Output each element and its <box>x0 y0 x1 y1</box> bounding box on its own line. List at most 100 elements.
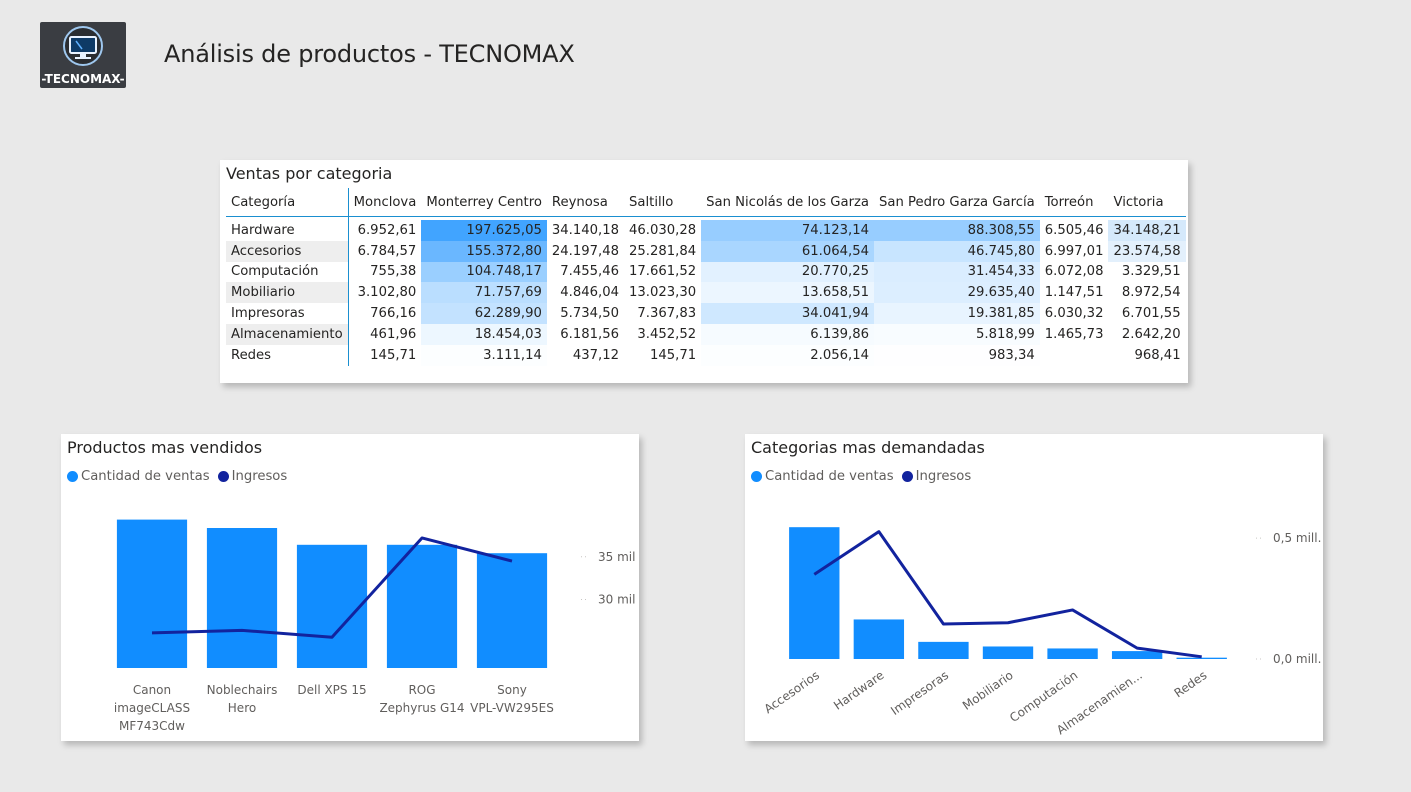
table-row[interactable]: Almacenamiento 461,96 18.454,03 6.181,56 3.4… <box>226 323 1186 345</box>
table-cell[interactable]: 23.574,58 <box>1108 240 1186 262</box>
table-cell[interactable]: 31.454,33 <box>874 261 1040 283</box>
row-header-category[interactable]: Impresoras <box>226 303 349 324</box>
matrix-title: Ventas por categoria <box>226 164 393 183</box>
table-cell[interactable]: 61.064,54 <box>701 240 875 262</box>
row-header-category[interactable]: Almacenamiento <box>226 323 349 345</box>
table-row[interactable]: Mobiliario 3.102,80 71.757,69 4.846,04 13.02… <box>226 282 1186 304</box>
top-products-chart[interactable]: Productos mas vendidos Cantidad de venta… <box>61 434 639 741</box>
column-header[interactable]: San Nicolás de los Garza <box>701 188 875 217</box>
table-cell[interactable]: 983,34 <box>874 344 1040 366</box>
table-cell[interactable]: 7.455,46 <box>547 262 624 283</box>
logo-text: -TECNOMAX- <box>41 72 125 86</box>
table-cell[interactable]: 34.140,18 <box>547 220 624 241</box>
table-cell[interactable]: 2.056,14 <box>701 344 875 366</box>
bar <box>476 553 548 668</box>
table-cell[interactable]: 145,71 <box>624 345 701 366</box>
table-cell[interactable]: 6.997,01 <box>1040 241 1109 262</box>
axis-tick-label: 0,0 mill. <box>1273 652 1321 666</box>
bar <box>1047 648 1098 659</box>
table-cell[interactable]: 6.030,32 <box>1040 303 1109 324</box>
table-cell[interactable]: 766,16 <box>348 303 421 324</box>
bar <box>206 528 278 668</box>
bar <box>853 619 905 659</box>
table-cell[interactable]: 19.381,85 <box>874 303 1040 324</box>
row-header-category[interactable]: Redes <box>226 344 349 366</box>
table-cell[interactable]: 25.281,84 <box>624 241 701 262</box>
table-cell[interactable]: 6.505,46 <box>1040 220 1109 241</box>
table-cell[interactable]: 46.745,80 <box>874 240 1040 262</box>
table-cell[interactable]: 6.139,86 <box>701 323 875 345</box>
table-row[interactable]: Hardware 6.952,61 197.625,05 34.140,18 46.03… <box>226 220 1186 241</box>
table-cell[interactable]: 24.197,48 <box>547 241 624 262</box>
table-cell[interactable]: 6.701,55 <box>1108 303 1185 324</box>
matrix-header-row: Categoría Monclova Monterrey Centro Reyn… <box>226 188 1186 217</box>
table-cell[interactable]: 34.041,94 <box>701 303 875 324</box>
category-label: ROG <box>408 683 435 697</box>
table-row[interactable]: Accesorios 6.784,57 155.372,80 24.197,48 25.… <box>226 240 1186 262</box>
table-cell[interactable]: 62.289,90 <box>421 303 547 324</box>
table-cell[interactable]: 6.784,57 <box>348 241 421 262</box>
table-row[interactable]: Impresoras 766,16 62.289,90 5.734,50 7.367,8… <box>226 303 1186 324</box>
category-label: Mobiliario <box>960 668 1016 713</box>
table-cell[interactable]: 29.635,40 <box>874 282 1040 304</box>
table-cell[interactable]: 461,96 <box>348 324 421 345</box>
column-header-category[interactable]: Categoría <box>226 188 349 217</box>
table-cell[interactable]: 13.658,51 <box>701 282 875 304</box>
column-header[interactable]: San Pedro Garza García <box>874 188 1040 217</box>
column-header[interactable]: Victoria <box>1108 188 1186 217</box>
column-header[interactable]: Saltillo <box>624 188 702 217</box>
table-cell[interactable]: 20.770,25 <box>701 261 875 283</box>
table-row[interactable]: Redes 145,71 3.111,14 437,12 145,71 2.056,14 9… <box>226 344 1186 366</box>
table-cell[interactable]: 34.148,21 <box>1108 220 1186 241</box>
sales-by-category-matrix[interactable]: Ventas por categoria Categoría Monclova … <box>220 160 1188 383</box>
table-cell[interactable]: 5.818,99 <box>874 323 1040 345</box>
table-cell[interactable]: 5.734,50 <box>547 303 624 324</box>
category-label: Dell XPS 15 <box>297 683 366 697</box>
matrix-table: Categoría Monclova Monterrey Centro Reyn… <box>226 188 1186 366</box>
bar <box>116 519 188 668</box>
table-cell[interactable]: 755,38 <box>348 262 421 283</box>
column-header[interactable]: Monclova <box>348 188 422 217</box>
table-cell[interactable]: 7.367,83 <box>624 303 701 324</box>
table-cell[interactable]: 197.625,05 <box>421 220 547 241</box>
column-header[interactable]: Reynosa <box>546 188 625 217</box>
table-cell[interactable]: 1.147,51 <box>1040 282 1109 303</box>
table-cell[interactable]: 71.757,69 <box>421 282 547 304</box>
table-cell[interactable]: 1.465,73 <box>1040 324 1109 345</box>
category-label: Hero <box>228 701 256 715</box>
table-cell[interactable]: 88.308,55 <box>874 220 1040 241</box>
table-cell[interactable]: 4.846,04 <box>547 282 624 303</box>
table-cell[interactable]: 3.102,80 <box>348 282 421 303</box>
table-cell[interactable]: 6.072,08 <box>1040 262 1109 283</box>
table-row[interactable]: Computación 755,38 104.748,17 7.455,46 17.66… <box>226 261 1186 283</box>
table-cell[interactable]: 104.748,17 <box>421 261 547 283</box>
table-cell[interactable]: 8.972,54 <box>1108 282 1185 303</box>
table-cell[interactable]: 3.329,51 <box>1108 262 1185 283</box>
bar <box>1176 657 1227 659</box>
table-cell[interactable]: 18.454,03 <box>421 323 547 345</box>
table-cell[interactable]: 3.111,14 <box>421 344 547 366</box>
column-header[interactable]: Monterrey Centro <box>421 188 547 217</box>
table-cell[interactable]: 6.952,61 <box>348 220 421 241</box>
table-cell[interactable]: 74.123,14 <box>701 220 875 241</box>
top-categories-chart[interactable]: Categorias mas demandadas Cantidad de ve… <box>745 434 1323 741</box>
row-header-category[interactable]: Accesorios <box>226 240 349 262</box>
table-cell[interactable]: 155.372,80 <box>421 240 547 262</box>
table-cell[interactable]: 17.661,52 <box>624 262 701 283</box>
row-header-category[interactable]: Mobiliario <box>226 282 349 304</box>
table-cell[interactable]: 437,12 <box>547 345 624 366</box>
table-cell[interactable]: 6.181,56 <box>547 324 624 345</box>
table-cell[interactable]: 2.642,20 <box>1108 324 1185 345</box>
table-cell[interactable]: 145,71 <box>348 345 421 366</box>
row-header-category[interactable]: Hardware <box>226 220 349 241</box>
category-label: Accesorios <box>762 668 822 716</box>
table-cell[interactable]: 968,41 <box>1108 345 1185 366</box>
column-header[interactable]: Torreón <box>1039 188 1109 217</box>
table-cell[interactable] <box>1040 345 1109 366</box>
table-cell[interactable]: 3.452,52 <box>624 324 701 345</box>
category-label: Zephyrus G14 <box>379 701 464 715</box>
bar <box>1111 651 1163 659</box>
row-header-category[interactable]: Computación <box>226 261 349 283</box>
table-cell[interactable]: 13.023,30 <box>624 282 701 303</box>
table-cell[interactable]: 46.030,28 <box>624 220 701 241</box>
